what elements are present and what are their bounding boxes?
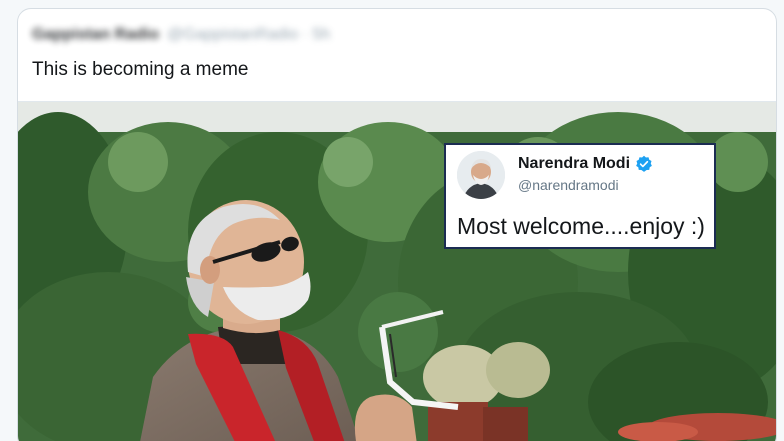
tweet-media[interactable]: Narendra Modi @narendramodi Most welcome… <box>18 101 776 441</box>
tweet-header-blurred: Gappistan Radio @GappistanRadio · 5h <box>32 23 330 47</box>
quoted-tweet-text: Most welcome....enjoy :) <box>457 213 705 239</box>
tweet-text: This is becoming a meme <box>32 59 249 80</box>
avatar[interactable] <box>457 151 505 199</box>
tweet-author-handle[interactable]: @GappistanRadio · 5h <box>167 26 330 44</box>
quoted-tweet-handle[interactable]: @narendramodi <box>518 177 619 193</box>
avatar-image <box>457 151 505 199</box>
quoted-tweet-name-row: Narendra Modi <box>518 155 653 173</box>
quoted-tweet-author-name[interactable]: Narendra Modi <box>518 155 630 173</box>
tweet-card[interactable]: Gappistan Radio @GappistanRadio · 5h Thi… <box>17 8 777 441</box>
tweet-author-name[interactable]: Gappistan Radio <box>32 26 159 44</box>
verified-badge-icon <box>635 155 653 173</box>
quoted-tweet-card[interactable]: Narendra Modi @narendramodi Most welcome… <box>444 143 716 249</box>
screenshot-root: Gappistan Radio @GappistanRadio · 5h Thi… <box>0 0 784 441</box>
